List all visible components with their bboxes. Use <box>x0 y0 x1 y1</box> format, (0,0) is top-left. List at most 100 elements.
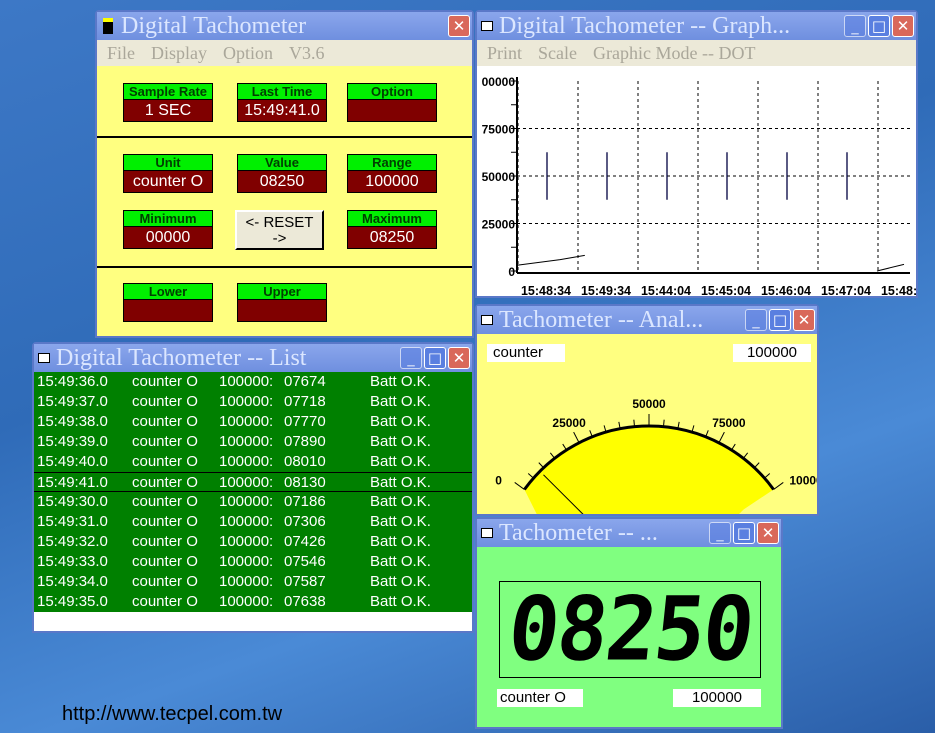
minimize-button[interactable]: _ <box>745 309 767 331</box>
close-button[interactable]: ✕ <box>793 309 815 331</box>
list-cell: 15:49:32.0 <box>37 533 108 550</box>
list-cell: counter O <box>132 453 198 470</box>
sample-rate-label: Sample Rate <box>124 84 212 100</box>
maximize-button[interactable]: □ <box>733 522 755 544</box>
window-icon <box>481 315 493 325</box>
list-cell: Batt O.K. <box>370 413 431 430</box>
list-cell: 07674 <box>284 373 326 390</box>
digital-unit: counter O <box>497 689 583 707</box>
x-tick-label: 15:45:04 <box>701 284 751 298</box>
digital-title: Tachometer -- ... <box>499 520 658 546</box>
close-button[interactable]: ✕ <box>892 15 914 37</box>
maximum-value: 08250 <box>348 227 436 248</box>
list-cell: 15:49:33.0 <box>37 553 108 570</box>
list-row[interactable]: 15:49:30.0 counter O 100000: 07186 Batt O.K. <box>34 492 472 512</box>
maximize-button[interactable]: □ <box>769 309 791 331</box>
y-tick-label: 75000 <box>482 123 516 137</box>
list-title-bar[interactable]: Digital Tachometer -- List _ □ ✕ <box>34 344 472 372</box>
menu-scale[interactable]: Scale <box>538 43 577 63</box>
gauge-fill <box>524 426 774 514</box>
list-cell: Batt O.K. <box>370 533 431 550</box>
analog-title-bar[interactable]: Tachometer -- Anal... _ □ ✕ <box>477 306 817 334</box>
close-button[interactable]: ✕ <box>448 347 470 369</box>
list-row[interactable]: 15:49:36.0 counter O 100000: 07674 Batt O.K. <box>34 372 472 392</box>
gauge-tick <box>549 452 556 459</box>
unit-label: Unit <box>124 155 212 171</box>
option-label: Option <box>348 84 436 100</box>
menu-version: V3.6 <box>289 43 325 63</box>
minimize-button[interactable]: _ <box>709 522 731 544</box>
list-row[interactable]: 15:49:37.0 counter O 100000: 07718 Batt O.K. <box>34 392 472 412</box>
close-button[interactable]: ✕ <box>448 15 470 37</box>
y-tick-label: 0 <box>508 265 515 279</box>
list-cell: Batt O.K. <box>370 513 431 530</box>
list-cell: 15:49:38.0 <box>37 413 108 430</box>
minimize-button[interactable]: _ <box>844 15 866 37</box>
maximize-button[interactable]: □ <box>868 15 890 37</box>
list-cell: counter O <box>132 533 198 550</box>
graph-title-bar[interactable]: Digital Tachometer -- Graph... _ □ ✕ <box>477 12 916 40</box>
menu-file[interactable]: File <box>107 43 135 63</box>
minimize-button[interactable]: _ <box>400 347 422 369</box>
menu-display[interactable]: Display <box>151 43 207 63</box>
gauge-scale-label: 75000 <box>712 416 746 430</box>
list-row[interactable]: 15:49:41.0 counter O 100000: 08130 Batt O.K. <box>34 472 472 492</box>
option-value <box>348 100 436 121</box>
gauge-tick <box>562 443 567 451</box>
list-cell: 08130 <box>284 474 326 491</box>
y-tick-label: 50000 <box>482 170 516 184</box>
list-cell: 07770 <box>284 413 326 430</box>
list-row[interactable]: 15:49:31.0 counter O 100000: 07306 Batt O.K. <box>34 512 472 532</box>
app-icon <box>103 18 113 34</box>
list-row[interactable]: 15:49:38.0 counter O 100000: 07770 Batt O.K. <box>34 412 472 432</box>
x-tick-label: 15:48:04 <box>881 284 916 298</box>
list-row[interactable]: 15:49:35.0 counter O 100000: 07638 Batt O.K. <box>34 592 472 612</box>
reading-list[interactable]: 15:49:36.0 counter O 100000: 07674 Batt O.K.… <box>34 372 472 612</box>
list-cell: 15:49:41.0 <box>37 474 108 491</box>
list-cell: 15:49:31.0 <box>37 513 108 530</box>
list-cell: Batt O.K. <box>370 433 431 450</box>
list-cell: 07638 <box>284 593 326 610</box>
y-tick-label: 00000 <box>482 75 516 89</box>
list-cell: 07306 <box>284 513 326 530</box>
range-value: 100000 <box>348 171 436 192</box>
data-line <box>516 254 585 266</box>
x-tick-label: 15:47:04 <box>821 284 871 298</box>
list-cell: counter O <box>132 433 198 450</box>
list-row[interactable]: 15:49:40.0 counter O 100000: 08010 Batt O.K. <box>34 452 472 472</box>
value-label: Value <box>238 155 326 171</box>
menu-option[interactable]: Option <box>223 43 273 63</box>
list-cell: counter O <box>132 393 198 410</box>
minimum-label: Minimum <box>124 211 212 227</box>
list-cell: 100000: <box>219 513 274 530</box>
last-time-label: Last Time <box>238 84 326 100</box>
digital-title-bar[interactable]: Tachometer -- ... _ □ ✕ <box>477 519 781 547</box>
reset-button[interactable]: <- RESET -> <box>235 210 324 250</box>
list-row[interactable]: 15:49:39.0 counter O 100000: 07890 Batt O.K. <box>34 432 472 452</box>
list-cell: 15:49:36.0 <box>37 373 108 390</box>
list-row[interactable]: 15:49:34.0 counter O 100000: 07587 Batt O.K. <box>34 572 472 592</box>
close-button[interactable]: ✕ <box>757 522 779 544</box>
maximize-button[interactable]: □ <box>424 347 446 369</box>
menu-graphic-mode[interactable]: Graphic Mode -- DOT <box>593 43 755 63</box>
list-cell: counter O <box>132 513 198 530</box>
divider <box>97 266 472 268</box>
menu-print[interactable]: Print <box>487 43 522 63</box>
graph-window: Digital Tachometer -- Graph... _ □ ✕ Print… <box>475 10 918 298</box>
list-cell: 15:49:35.0 <box>37 593 108 610</box>
gauge-tick <box>764 473 771 479</box>
list-cell: 100000: <box>219 413 274 430</box>
x-tick-label: 15:49:34 <box>581 284 631 298</box>
window-icon <box>481 21 493 31</box>
list-row[interactable]: 15:49:33.0 counter O 100000: 07546 Batt O.K. <box>34 552 472 572</box>
lower-box: Lower <box>123 283 213 322</box>
list-row[interactable]: 15:49:32.0 counter O 100000: 07426 Batt O.K. <box>34 532 472 552</box>
website-url[interactable]: http://www.tecpel.com.tw <box>62 703 282 726</box>
list-cell: 07426 <box>284 533 326 550</box>
data-line <box>876 263 905 272</box>
range-label: Range <box>348 155 436 171</box>
lower-value <box>124 300 212 321</box>
lower-label: Lower <box>124 284 212 300</box>
list-cell: Batt O.K. <box>370 373 431 390</box>
main-title-bar[interactable]: Digital Tachometer ✕ <box>97 12 472 40</box>
